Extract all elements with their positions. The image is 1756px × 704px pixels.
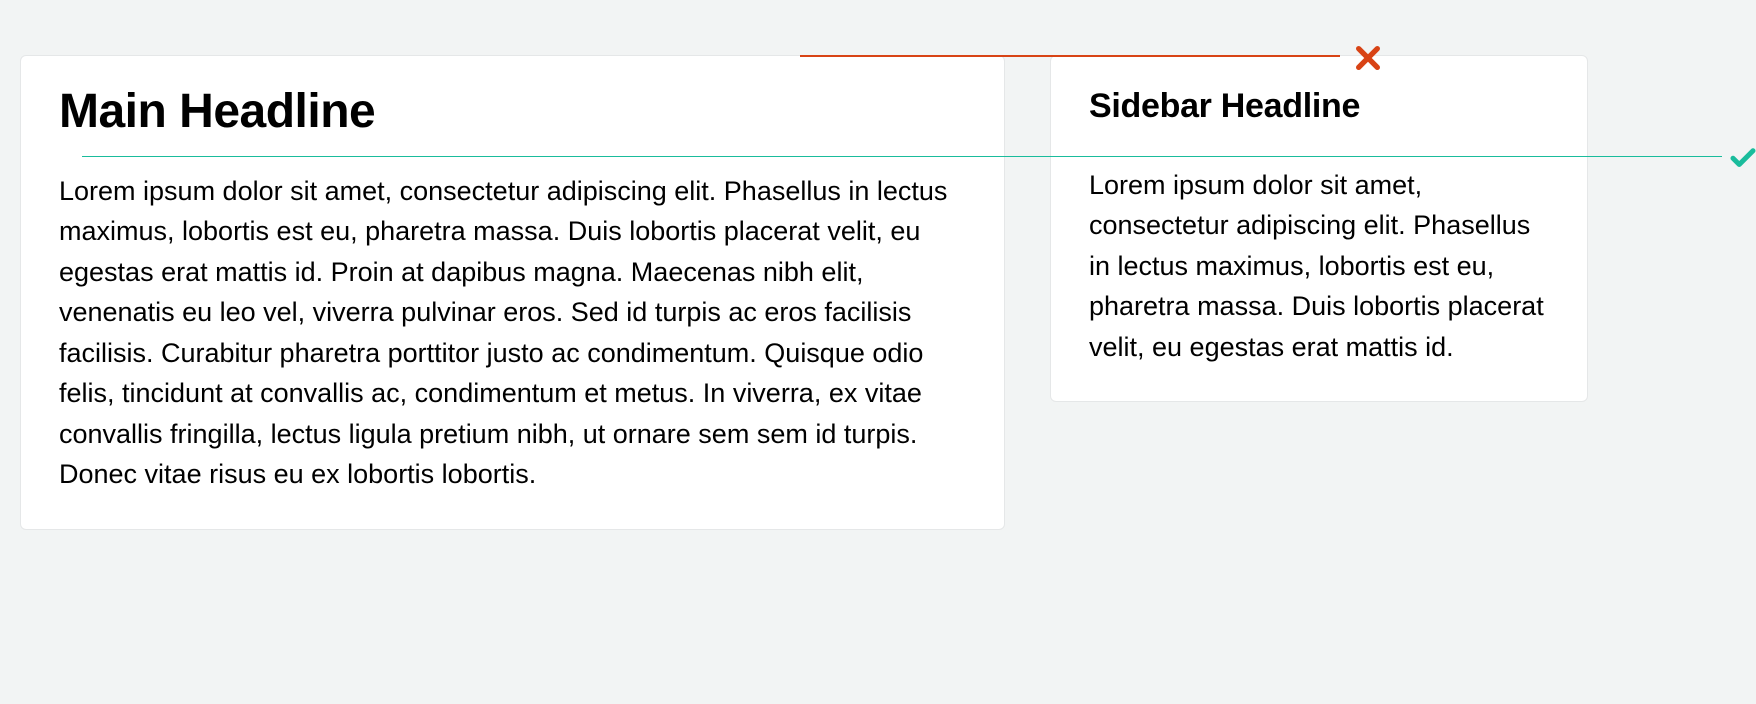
sidebar-body-text: Lorem ipsum dolor sit amet, consectetur … — [1089, 165, 1549, 368]
main-body-text: Lorem ipsum dolor sit amet, consectetur … — [59, 171, 966, 495]
layout-container: Main Headline Lorem ipsum dolor sit amet… — [20, 20, 1736, 530]
main-headline: Main Headline — [59, 86, 966, 139]
sidebar-headline: Sidebar Headline — [1089, 86, 1549, 127]
main-card: Main Headline Lorem ipsum dolor sit amet… — [20, 55, 1005, 530]
x-icon — [1352, 42, 1384, 74]
check-icon — [1728, 142, 1756, 172]
incorrect-alignment-line — [800, 55, 1340, 57]
sidebar-card: Sidebar Headline Lorem ipsum dolor sit a… — [1050, 55, 1588, 402]
correct-alignment-line — [82, 156, 1722, 157]
